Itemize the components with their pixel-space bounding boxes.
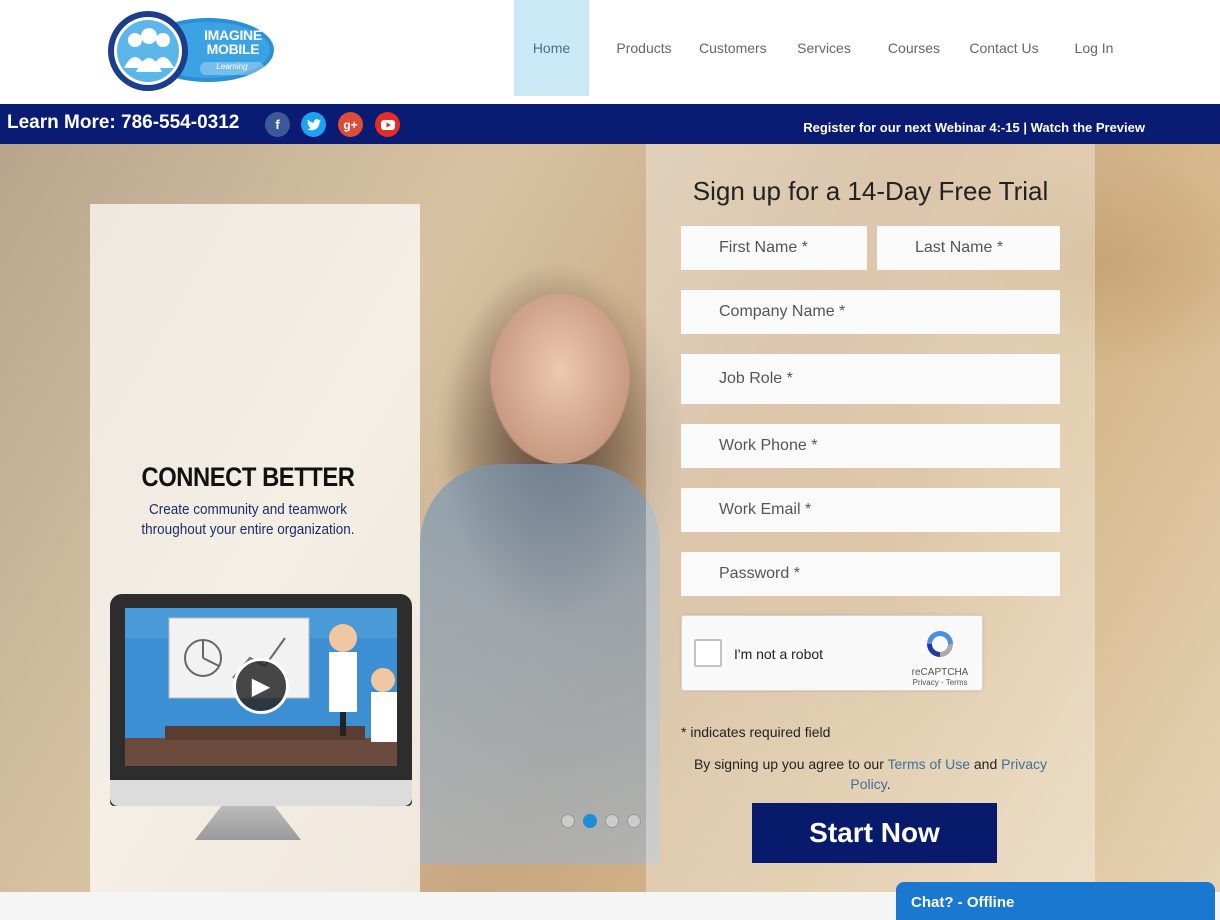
video-thumbnail[interactable]: ▶ (125, 608, 397, 766)
carousel-dot-3[interactable] (605, 814, 619, 828)
work-email-field[interactable] (681, 488, 1060, 532)
recaptcha-icon (927, 631, 953, 657)
signup-form-title: Sign up for a 14-Day Free Trial (692, 176, 1049, 206)
main-nav: Home Products Customers Services Courses… (514, 0, 1124, 96)
recaptcha-privacy-terms[interactable]: Privacy - Terms (910, 678, 970, 687)
learn-more-phone[interactable]: Learn More: 786-554-0312 (7, 112, 239, 134)
logo-subtitle: Learning (216, 62, 248, 71)
twitter-icon[interactable] (301, 112, 326, 137)
logo-wordmark: IMAGINE MOBILE (204, 27, 262, 57)
watch-preview-link[interactable]: Watch the Preview (1031, 120, 1145, 135)
carousel-dots (561, 814, 641, 828)
hero-section: CONNECT BETTER Create community and team… (0, 144, 1220, 892)
site-header: IMAGINE MOBILE Learning Home Products Cus… (0, 0, 1220, 104)
imagine-mobile-logo[interactable]: IMAGINE MOBILE Learning (108, 10, 276, 92)
recaptcha-checkbox[interactable] (694, 639, 722, 667)
recaptcha-label: I'm not a robot (734, 646, 824, 662)
nav-log-in[interactable]: Log In (1064, 0, 1124, 96)
webinar-divider: | (1023, 120, 1027, 135)
carousel-dot-1[interactable] (561, 814, 575, 828)
hero-photo-face (490, 294, 630, 464)
terms-of-use-link[interactable]: Terms of Use (888, 756, 970, 772)
webinar-register-link[interactable]: Register for our next Webinar 4:-15 (803, 120, 1019, 135)
hero-title: CONNECT BETTER (141, 462, 355, 492)
nav-services[interactable]: Services (764, 0, 884, 96)
nav-customers[interactable]: Customers (699, 0, 767, 96)
youtube-icon[interactable] (375, 112, 400, 137)
terms-agreement: By signing up you agree to our Terms of … (693, 756, 1048, 792)
required-note: * indicates required field (681, 724, 831, 740)
hero-photo-figure (420, 464, 660, 864)
play-icon[interactable]: ▶ (233, 658, 289, 714)
recaptcha-brand: reCAPTCHA (911, 667, 969, 678)
nav-contact-us[interactable]: Contact Us (944, 0, 1064, 96)
last-name-field[interactable] (877, 226, 1060, 270)
recaptcha-widget: I'm not a robot reCAPTCHA Privacy - Term… (681, 615, 983, 691)
carousel-dot-4[interactable] (627, 814, 641, 828)
chat-widget[interactable]: Chat? - Offline (896, 882, 1215, 920)
start-now-button[interactable]: Start Now (752, 803, 997, 863)
carousel-dot-2[interactable] (583, 814, 597, 828)
hero-subtitle: Create community and teamwork throughout … (141, 501, 355, 538)
google-plus-icon[interactable]: g+ (338, 112, 363, 137)
first-name-field[interactable] (681, 226, 867, 270)
webinar-promo: Register for our next Webinar 4:-15 | Wa… (803, 120, 1145, 135)
recaptcha-logo: reCAPTCHA Privacy - Terms (910, 628, 970, 687)
facebook-icon[interactable]: f (265, 112, 290, 137)
nav-products[interactable]: Products (589, 0, 699, 96)
password-field[interactable] (681, 552, 1060, 596)
monitor-bezel (110, 780, 412, 806)
nav-home[interactable]: Home (514, 0, 589, 96)
nav-courses[interactable]: Courses (884, 0, 944, 96)
job-role-field[interactable] (681, 354, 1060, 404)
video-monitor: ▶ (110, 594, 412, 806)
work-phone-field[interactable] (681, 424, 1060, 468)
top-info-bar: Learn More: 786-554-0312 f g+ Register f… (0, 104, 1220, 144)
company-name-field[interactable] (681, 290, 1060, 334)
